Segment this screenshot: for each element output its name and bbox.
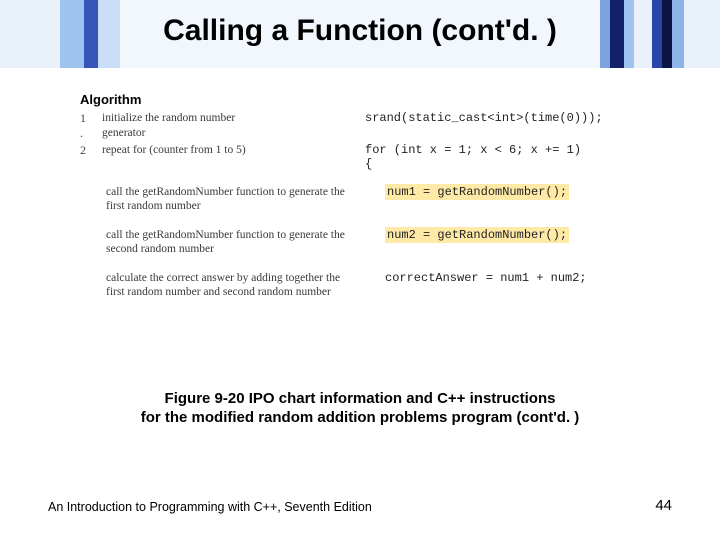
- highlight: num1 = getRandomNumber();: [385, 184, 569, 200]
- pseudo-block: call the getRandomNumber function to gen…: [106, 228, 357, 257]
- step-number: .: [80, 126, 102, 141]
- highlight: num2 = getRandomNumber();: [385, 227, 569, 243]
- pseudo-step: generator: [102, 126, 145, 140]
- slide-title: Calling a Function (cont'd. ): [0, 14, 720, 48]
- step-number: 1: [80, 111, 102, 126]
- code-line: srand(static_cast<int>(time(0)));: [365, 111, 640, 125]
- footer-book-title: An Introduction to Programming with C++,…: [48, 500, 372, 514]
- code-line: for (int x = 1; x < 6; x += 1): [365, 143, 640, 157]
- code-line: correctAnswer = num1 + num2;: [385, 271, 640, 285]
- pseudo-step: repeat for (counter from 1 to 5): [102, 143, 246, 157]
- figure-caption: Figure 9-20 IPO chart information and C+…: [0, 390, 720, 428]
- caption-line: Figure 9-20 IPO chart information and C+…: [165, 390, 556, 407]
- pseudo-step: initialize the random number: [102, 111, 235, 125]
- algorithm-heading: Algorithm: [80, 92, 640, 107]
- code-line-highlighted: num1 = getRandomNumber();: [385, 185, 640, 199]
- code-brace: {: [365, 157, 640, 171]
- page-number: 44: [655, 497, 672, 514]
- pseudo-block: calculate the correct answer by adding t…: [106, 271, 357, 300]
- caption-line: for the modified random addition problem…: [141, 409, 580, 426]
- pseudo-block: call the getRandomNumber function to gen…: [106, 185, 357, 214]
- figure-content: Algorithm 1 initialize the random number…: [80, 92, 640, 299]
- code-line-highlighted: num2 = getRandomNumber();: [385, 228, 640, 242]
- step-number: 2: [80, 143, 102, 158]
